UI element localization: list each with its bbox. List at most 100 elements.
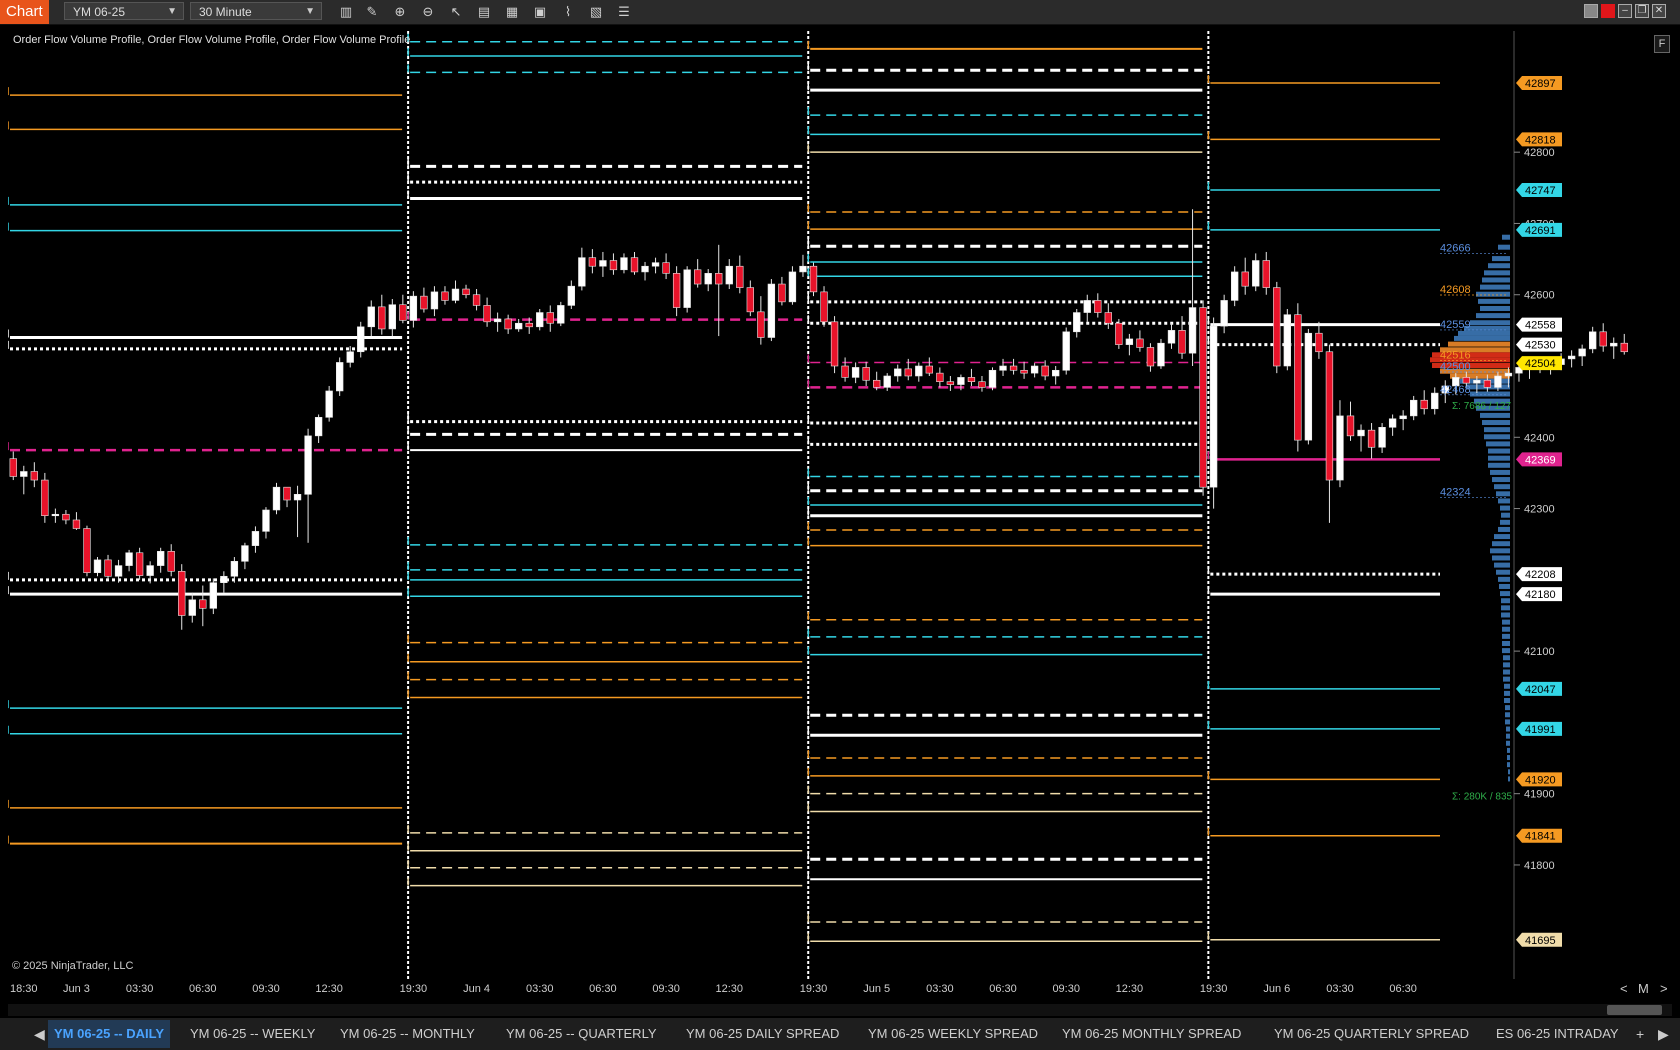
candle-body [262,509,270,532]
tab-ym-quarterly[interactable]: YM 06-25 -- QUARTERLY [500,1020,663,1048]
profile-bar [1484,434,1510,440]
scroll-back-button[interactable]: < [1620,981,1628,996]
candle-body [157,551,165,566]
candle-body [1115,322,1123,345]
pointer-icon[interactable]: ↖ [446,3,466,21]
candle-body [1178,330,1186,354]
candle-body [1083,300,1091,313]
indicators-icon[interactable]: ⌇ [558,3,578,21]
candle-body [967,377,976,382]
tab-ym-daily[interactable]: YM 06-25 -- DAILY [48,1020,171,1048]
profile-value-label: 42500 [1440,361,1471,373]
tab-ym-monthly[interactable]: YM 06-25 -- MONTHLY [334,1020,481,1048]
profile-bar [1458,330,1510,336]
profile-bar [1502,234,1510,240]
candle-body [367,306,375,328]
tab-scroll-right-button[interactable]: ▶ [1658,1020,1669,1048]
candles [9,209,1628,630]
profile-bar [1504,690,1510,696]
candle-body [1273,287,1281,367]
candle-body [1073,312,1081,333]
close-icon[interactable]: ✕ [1652,4,1666,18]
profile-bar [1505,712,1510,718]
tab-es-intraday[interactable]: ES 06-25 INTRADAY [1490,1020,1625,1048]
instrument-selector[interactable]: YM 06-25 ▼ [64,2,184,20]
fit-button[interactable]: F [1654,35,1670,53]
time-tick-label: 09:30 [252,983,280,995]
calculator-icon[interactable]: ▧ [586,3,606,21]
candle-body [409,295,418,321]
price-badge-label: 42208 [1525,569,1556,581]
candle-body [683,269,691,308]
candle-body [1125,338,1134,345]
profile-value-label: 42468 [1440,384,1471,396]
candle-body [736,265,744,288]
scrollbar-thumb[interactable] [1607,1005,1662,1015]
profile-bar [1502,619,1510,625]
candle-body [1041,365,1049,377]
tab-ym-daily-spread[interactable]: YM 06-25 DAILY SPREAD [680,1020,845,1048]
profile-bar [1476,313,1510,319]
link-color-icon[interactable] [1584,4,1598,18]
chart-window-label: Chart [0,0,49,24]
zoom-mode-button[interactable]: M [1638,981,1649,996]
profile-bar [1482,277,1510,283]
tab-ym-monthly-spread[interactable]: YM 06-25 MONTHLY SPREAD [1056,1020,1247,1048]
candle-body [1504,372,1513,377]
candle-body [1431,392,1439,410]
zoom-in-icon[interactable]: ⊕ [390,3,410,21]
zoom-out-icon[interactable]: ⊖ [418,3,438,21]
chart-panel[interactable]: 42666 42608 42559 42516 42500 42468 42324 Σ: 76… [8,31,1630,979]
candle-body [725,265,733,285]
horizontal-scrollbar[interactable] [8,1004,1672,1016]
profile-bar [1498,498,1510,504]
time-tick-label: Jun 6 [1263,983,1291,995]
candle-body [536,312,544,328]
candle-body [51,513,60,517]
add-tab-button[interactable]: + [1636,1020,1644,1048]
tab-ym-weekly[interactable]: YM 06-25 -- WEEKLY [184,1020,321,1048]
price-badge-label: 42818 [1525,134,1556,146]
candle-body [830,321,839,367]
properties-list-icon[interactable]: ☰ [614,3,634,21]
profile-bar [1502,640,1510,646]
time-axis[interactable]: 18:30 Jun 3 03:30 06:30 09:30 12:30 19:30 Jun 4… [8,979,1630,1001]
time-tick-label: 03:30 [926,983,954,995]
profile-bar [1484,270,1510,276]
price-badge-label: 41991 [1525,724,1556,736]
candle-body [662,262,670,274]
templates-icon[interactable]: ▦ [502,3,522,21]
candle-body [1231,271,1239,301]
candle-body [1062,331,1070,371]
candle-body [83,528,91,574]
tab-scroll-left-button[interactable]: ◀ [34,1020,45,1048]
profile-bar [1506,733,1510,739]
price-badge-label: 42747 [1525,185,1556,197]
candle-body [609,260,618,271]
strategies-icon[interactable]: ▣ [530,3,550,21]
profile-bar [1454,335,1510,341]
data-box-icon[interactable]: ▤ [474,3,494,21]
bars-style-icon[interactable]: ▥ [336,3,356,21]
minimize-icon[interactable]: – [1618,4,1632,18]
chevron-down-icon: ▼ [305,6,315,17]
candle-body [904,368,912,377]
price-chart[interactable]: 42666 42608 42559 4251642500 42468 42324 Σ: 76… [8,31,1630,979]
instrument-value: YM 06-25 [73,5,126,19]
profile-value-label: 42324 [1440,486,1471,498]
candle-body [357,326,365,353]
drawing-tool-icon[interactable]: ✎ [362,3,382,21]
candle-body [515,322,523,330]
scroll-forward-button[interactable]: > [1660,981,1668,996]
profile-bar [1494,562,1510,568]
candle-body [1325,351,1334,481]
candle-body [1104,312,1112,324]
candle-body [1473,379,1481,384]
time-tick-label: 06:30 [189,983,217,995]
tab-ym-weekly-spread[interactable]: YM 06-25 WEEKLY SPREAD [862,1020,1044,1048]
restore-icon[interactable]: ❐ [1635,4,1649,18]
candle-body [293,494,302,501]
instrument-link-icon[interactable] [1601,4,1615,18]
timeframe-selector[interactable]: 30 Minute ▼ [190,2,322,20]
tab-ym-quarterly-spread[interactable]: YM 06-25 QUARTERLY SPREAD [1268,1020,1475,1048]
